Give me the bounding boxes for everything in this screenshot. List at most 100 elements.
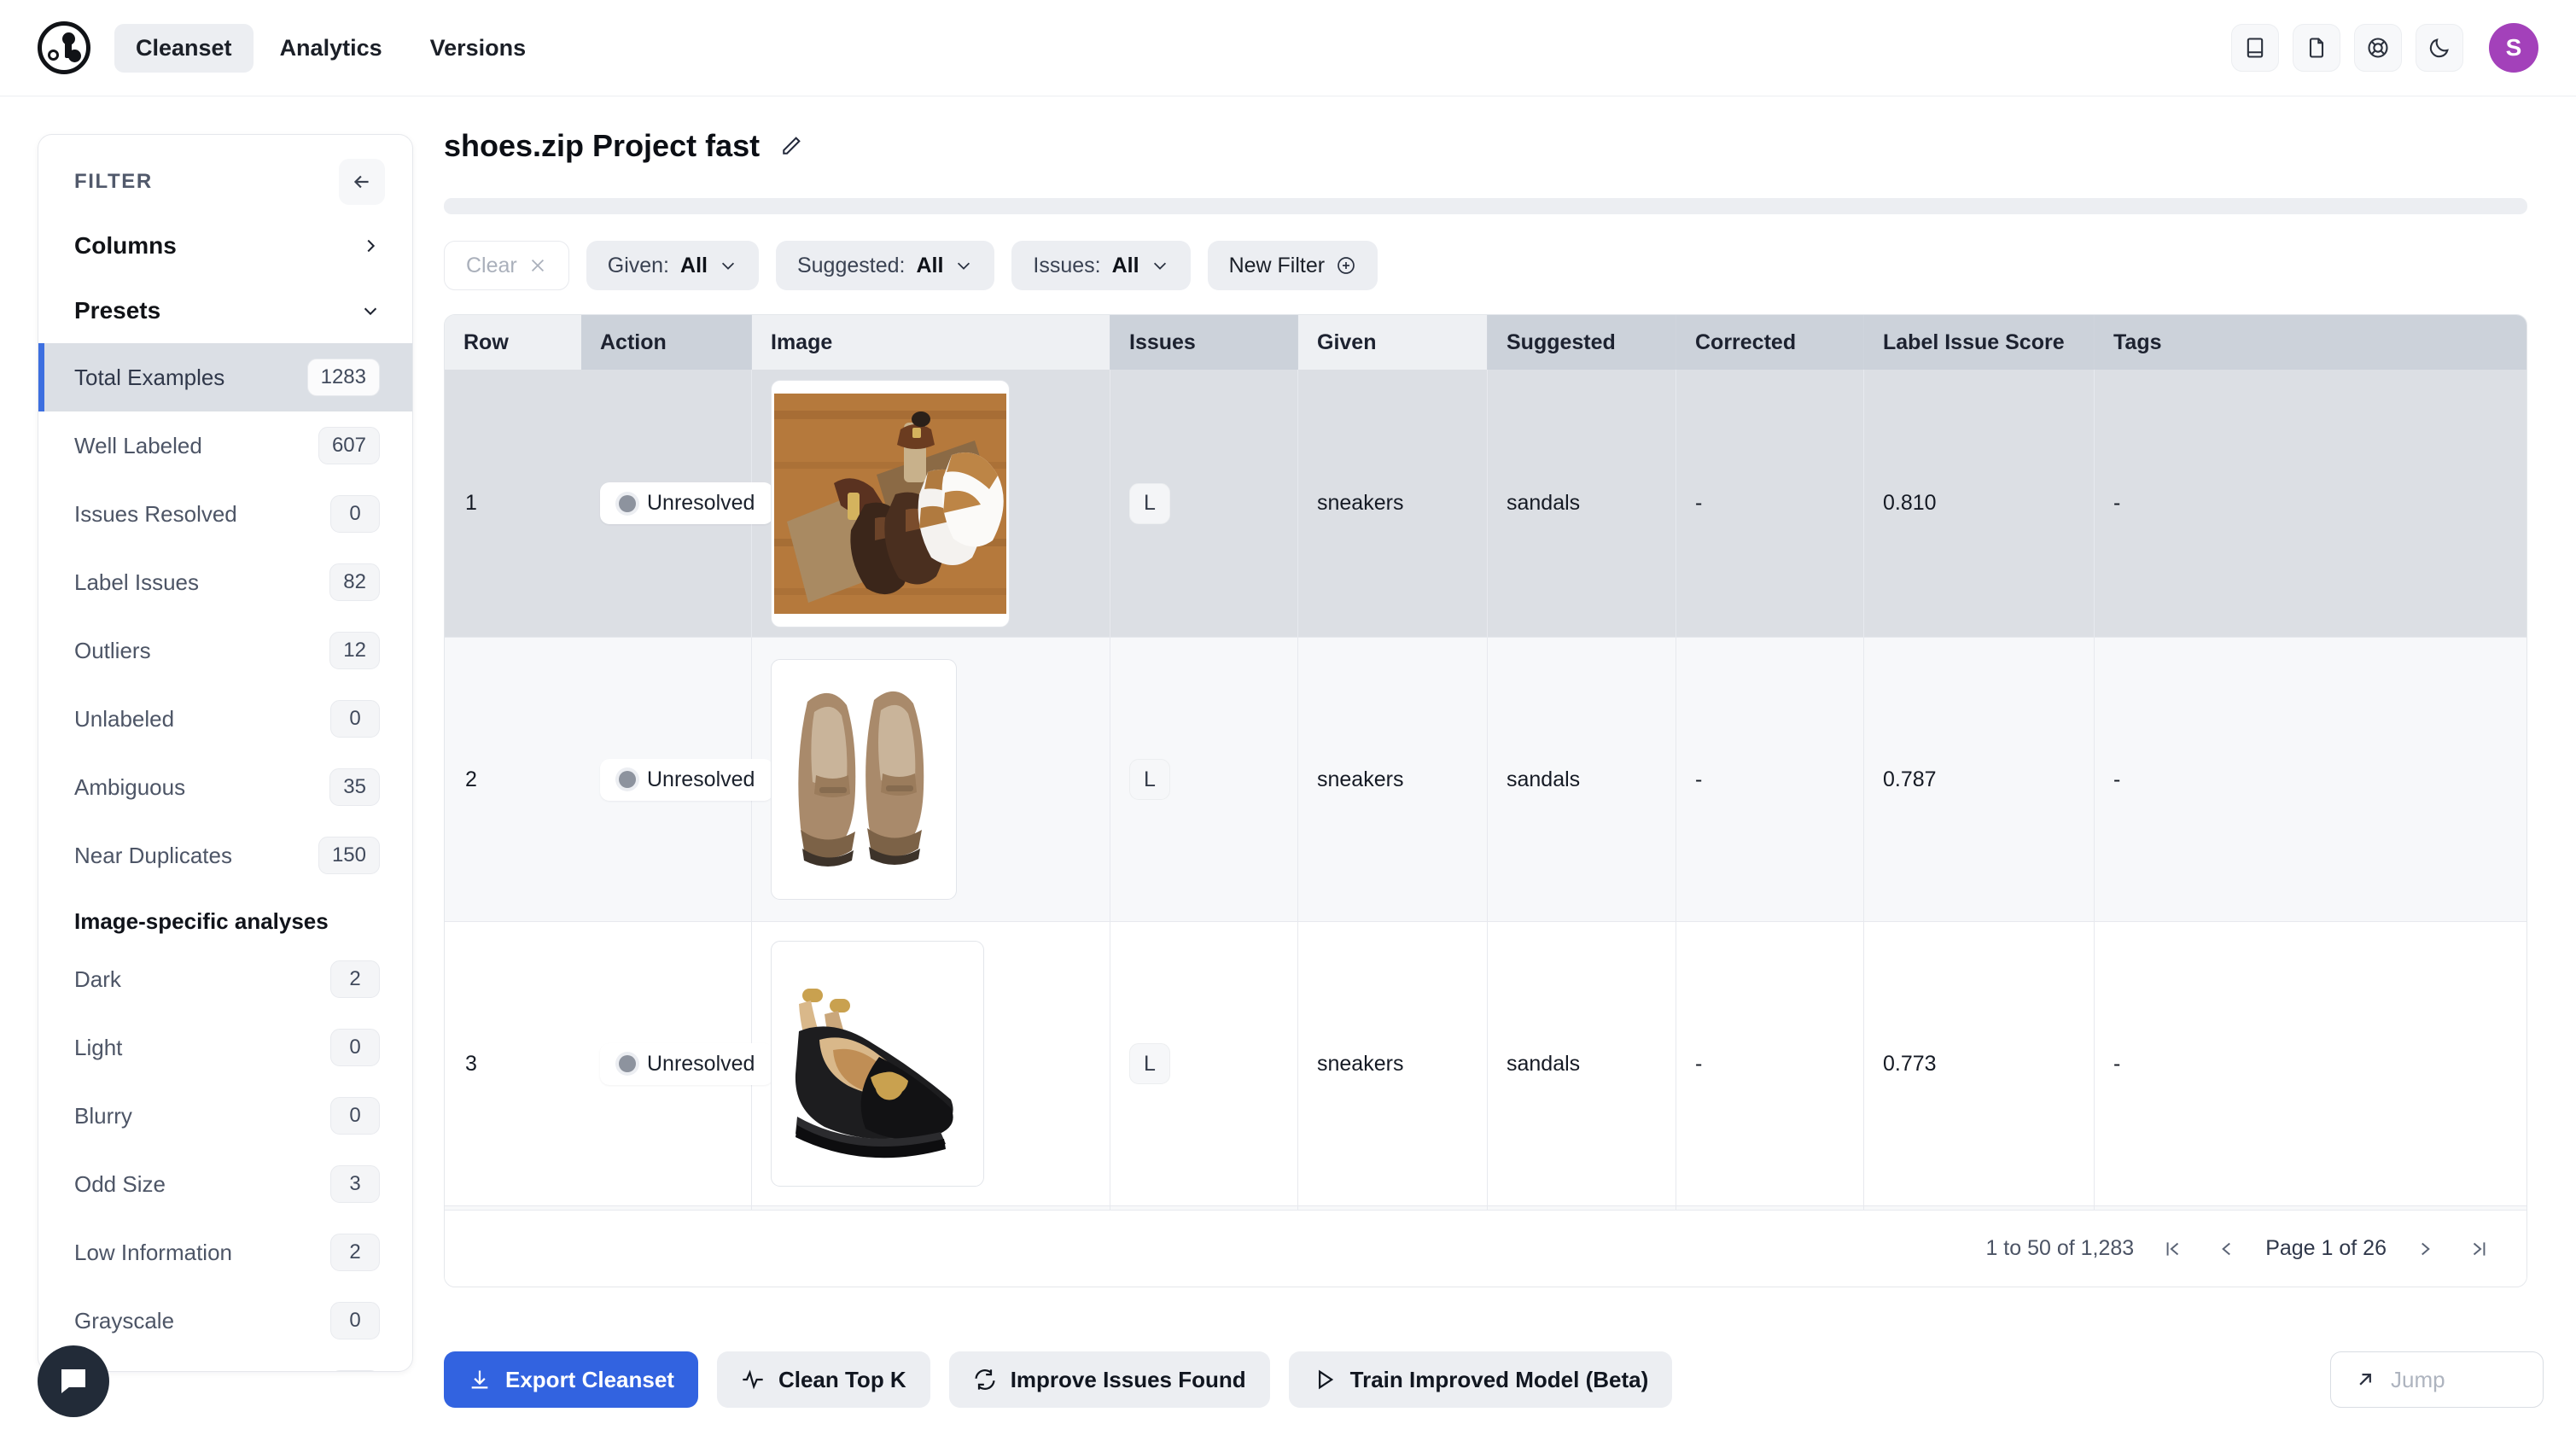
jump-placeholder: Jump	[2391, 1366, 2445, 1392]
column-header-row[interactable]: Row	[445, 315, 581, 370]
cell-given: sneakers	[1298, 370, 1488, 637]
issue-badge-label[interactable]: L	[1129, 482, 1170, 524]
preset-label: Total Examples	[74, 364, 225, 390]
column-header-corrected[interactable]: Corrected	[1676, 315, 1864, 370]
table-row[interactable]: 1 Unresolved L sneakers sandals - 0.810 …	[445, 370, 2526, 638]
document-icon[interactable]	[2293, 24, 2340, 72]
page-first-icon[interactable]	[2156, 1238, 2188, 1260]
sidebar-item-low-information[interactable]: Low Information 2	[38, 1218, 412, 1287]
sidebar-item-unlabeled[interactable]: Unlabeled 0	[38, 685, 412, 753]
filter-suggested[interactable]: Suggested: All	[775, 241, 995, 290]
sidebar-item-light[interactable]: Light 0	[38, 1013, 412, 1082]
nav-item-versions[interactable]: Versions	[409, 24, 548, 73]
top-navigation-bar: Cleanset Analytics Versions S	[0, 0, 2576, 96]
cell-action: Unresolved	[581, 638, 774, 921]
cell-label-issue-score: 0.810	[1864, 370, 2095, 637]
column-header-given[interactable]: Given	[1298, 315, 1488, 370]
cell-suggested: sandals	[1488, 922, 1676, 1205]
preset-label: Odd Size	[74, 1170, 166, 1197]
filter-issues-key: Issues:	[1033, 253, 1101, 277]
chevron-right-icon[interactable]	[2409, 1238, 2441, 1260]
table-header-row: Row Action Image Issues Given Suggested …	[445, 315, 2526, 370]
filter-given[interactable]: Given: All	[586, 241, 759, 290]
cell-image[interactable]	[752, 370, 1110, 637]
preset-count: 1283	[306, 359, 380, 396]
sidebar-item-label-issues[interactable]: Label Issues 82	[38, 548, 412, 616]
sidebar-item-near-duplicates[interactable]: Near Duplicates 150	[38, 821, 412, 890]
filter-issues-value: All	[1111, 253, 1139, 277]
column-header-issues[interactable]: Issues	[1110, 315, 1298, 370]
page-last-icon[interactable]	[2463, 1238, 2496, 1260]
sidebar-item-columns[interactable]: Columns	[38, 213, 412, 278]
preset-label: Well Labeled	[74, 432, 202, 458]
sidebar-item-outliers[interactable]: Outliers 12	[38, 616, 412, 685]
pagination-page-label: Page 1 of 26	[2265, 1236, 2387, 1260]
sidebar-item-issues-resolved[interactable]: Issues Resolved 0	[38, 480, 412, 548]
sidebar-item-presets[interactable]: Presets	[38, 278, 412, 343]
table-row[interactable]: 3 Unresolved L sneakers sandals - 0.773 …	[445, 922, 2526, 1206]
status-badge[interactable]: Unresolved	[600, 758, 774, 801]
cell-image[interactable]	[752, 638, 1110, 921]
horizontal-scrollbar[interactable]	[444, 198, 2527, 214]
filter-given-value: All	[680, 253, 708, 277]
clean-top-k-button[interactable]: Clean Top K	[716, 1351, 930, 1408]
sidebar-item-ambiguous[interactable]: Ambiguous 35	[38, 753, 412, 821]
cell-corrected: -	[1676, 638, 1864, 921]
thumbnail-image[interactable]	[771, 941, 984, 1187]
avatar[interactable]: S	[2489, 23, 2538, 73]
chat-bubble-icon[interactable]	[38, 1345, 109, 1417]
issue-badge-label[interactable]: L	[1129, 759, 1170, 800]
table-row[interactable]: 2 Unresolved L sneakers sandals - 0.787 …	[445, 638, 2526, 922]
status-badge[interactable]: Unresolved	[600, 482, 774, 524]
preset-count: 150	[318, 837, 380, 874]
export-cleanset-label: Export Cleanset	[505, 1366, 674, 1392]
download-icon	[468, 1368, 492, 1392]
nav-item-analytics[interactable]: Analytics	[259, 24, 404, 73]
chevron-down-icon	[719, 256, 737, 275]
cell-image[interactable]	[752, 922, 1110, 1205]
chevron-left-icon[interactable]	[2211, 1238, 2243, 1260]
cell-issues: L	[1110, 638, 1298, 921]
columns-label: Columns	[74, 232, 177, 259]
thumbnail-image[interactable]	[771, 659, 957, 900]
nav-item-cleanset[interactable]: Cleanset	[114, 23, 254, 73]
preset-label: Low Information	[74, 1239, 232, 1265]
improve-issues-found-button[interactable]: Improve Issues Found	[948, 1351, 1270, 1408]
cleanlab-logo-icon[interactable]	[38, 21, 90, 74]
jump-input[interactable]: Jump	[2330, 1351, 2544, 1408]
column-header-suggested[interactable]: Suggested	[1488, 315, 1676, 370]
sidebar-item-dark[interactable]: Dark 2	[38, 945, 412, 1013]
clear-filters-button[interactable]: Clear	[444, 241, 569, 290]
new-filter-label: New Filter	[1228, 253, 1326, 277]
new-filter-button[interactable]: New Filter	[1207, 241, 1378, 290]
preset-label: Blurry	[74, 1102, 132, 1129]
preset-count: 0	[330, 1302, 380, 1339]
issue-badge-label[interactable]: L	[1129, 1043, 1170, 1084]
book-icon[interactable]	[2231, 24, 2279, 72]
arrow-left-icon[interactable]	[339, 159, 385, 205]
nav-items: Cleanset Analytics Versions	[114, 23, 548, 73]
filter-sidebar: FILTER Columns Presets Total Examples 12…	[38, 134, 413, 1372]
filter-issues[interactable]: Issues: All	[1011, 241, 1191, 290]
preset-count: 12	[329, 632, 380, 669]
sidebar-item-blurry[interactable]: Blurry 0	[38, 1082, 412, 1150]
export-cleanset-button[interactable]: Export Cleanset	[444, 1351, 698, 1408]
lifebuoy-icon[interactable]	[2354, 24, 2402, 72]
preset-label: Light	[74, 1034, 123, 1060]
column-header-action[interactable]: Action	[581, 315, 752, 370]
column-header-image[interactable]: Image	[752, 315, 1110, 370]
column-header-label-issue-score[interactable]: Label Issue Score	[1864, 315, 2095, 370]
sidebar-item-odd-size[interactable]: Odd Size 3	[38, 1150, 412, 1218]
sidebar-item-well-labeled[interactable]: Well Labeled 607	[38, 411, 412, 480]
column-header-tags[interactable]: Tags	[2095, 315, 2526, 370]
chevron-down-icon	[954, 256, 973, 275]
status-badge[interactable]: Unresolved	[600, 1042, 774, 1085]
thumbnail-image[interactable]	[771, 379, 1010, 627]
train-improved-model-button[interactable]: Train Improved Model (Beta)	[1288, 1351, 1673, 1408]
cell-label-issue-score: 0.787	[1864, 638, 2095, 921]
preset-label: Near Duplicates	[74, 842, 232, 868]
sidebar-item-total-examples[interactable]: Total Examples 1283	[38, 343, 412, 411]
moon-icon[interactable]	[2416, 24, 2463, 72]
pencil-icon[interactable]	[778, 133, 804, 159]
sidebar-item-grayscale[interactable]: Grayscale 0	[38, 1287, 412, 1355]
